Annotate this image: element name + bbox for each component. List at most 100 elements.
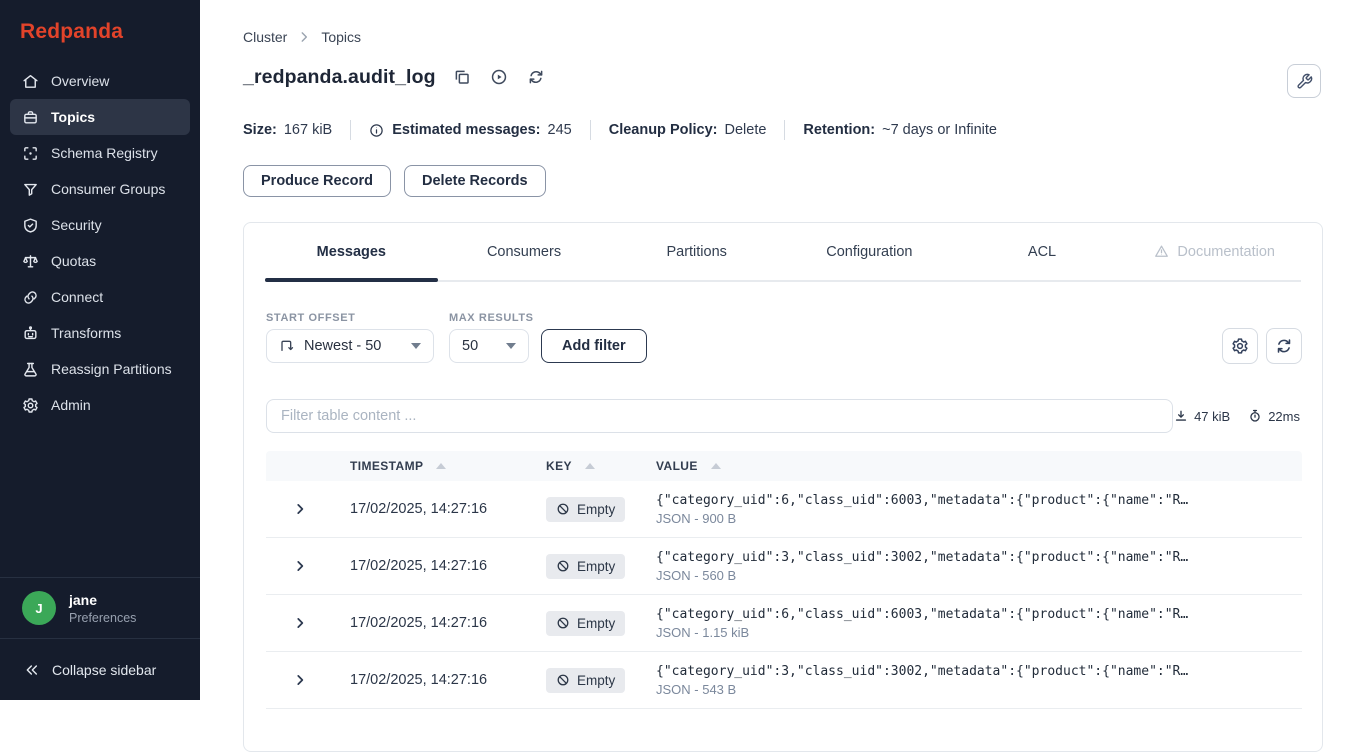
start-offset-select[interactable]: Newest - 50 xyxy=(266,329,434,363)
collapse-sidebar-button[interactable]: Collapse sidebar xyxy=(0,639,200,700)
fetch-stats: 47 kiB 22ms xyxy=(1174,399,1300,433)
sidebar-item-admin[interactable]: Admin xyxy=(10,387,190,423)
sidebar-item-label: Quotas xyxy=(51,253,96,269)
sidebar-item-consumer-groups[interactable]: Consumer Groups xyxy=(10,171,190,207)
empty-icon xyxy=(556,502,570,516)
table-row[interactable]: 17/02/2025, 14:27:16 Empty {"category_ui… xyxy=(266,652,1302,709)
delete-records-button[interactable]: Delete Records xyxy=(404,165,546,197)
stat-cleanup-policy: Cleanup Policy: Delete xyxy=(609,122,767,138)
info-icon xyxy=(369,123,384,138)
topic-stats: Size: 167 kiB Estimated messages: 245 Cl… xyxy=(243,120,997,140)
chevron-down-icon xyxy=(506,343,516,349)
sidebar-item-reassign-partitions[interactable]: Reassign Partitions xyxy=(10,351,190,387)
play-topic-button[interactable] xyxy=(490,68,510,88)
user-name: jane xyxy=(69,592,136,608)
timestamp-cell: 17/02/2025, 14:27:16 xyxy=(350,615,546,631)
link-icon xyxy=(22,289,39,306)
main-content: Cluster Topics _redpanda.audit_log Size:… xyxy=(200,0,1366,700)
timestamp-cell: 17/02/2025, 14:27:16 xyxy=(350,501,546,517)
double-chevron-left-icon xyxy=(24,662,40,678)
stat-size: Size: 167 kiB xyxy=(243,122,332,138)
sidebar-item-quotas[interactable]: Quotas xyxy=(10,243,190,279)
key-empty-badge: Empty xyxy=(546,554,625,579)
shield-check-icon xyxy=(22,217,39,234)
produce-record-button[interactable]: Produce Record xyxy=(243,165,391,197)
sidebar-item-transforms[interactable]: Transforms xyxy=(10,315,190,351)
expand-row-button[interactable] xyxy=(266,616,350,630)
sidebar-item-connect[interactable]: Connect xyxy=(10,279,190,315)
breadcrumb-cluster[interactable]: Cluster xyxy=(243,29,287,45)
download-icon xyxy=(1174,409,1188,423)
empty-icon xyxy=(556,673,570,687)
avatar: J xyxy=(22,591,56,625)
sidebar-item-topics[interactable]: Topics xyxy=(10,99,190,135)
sidebar: Redpanda Overview Topics Schema Registry… xyxy=(0,0,200,700)
sort-icon xyxy=(585,463,595,469)
sidebar-item-label: Admin xyxy=(51,397,91,413)
chevron-right-icon xyxy=(297,30,311,44)
filter-table-input[interactable] xyxy=(266,399,1173,433)
sort-icon xyxy=(436,463,446,469)
timestamp-cell: 17/02/2025, 14:27:16 xyxy=(350,558,546,574)
sidebar-item-security[interactable]: Security xyxy=(10,207,190,243)
sidebar-item-label: Schema Registry xyxy=(51,145,158,161)
sidebar-item-label: Reassign Partitions xyxy=(51,361,172,377)
scales-icon xyxy=(22,253,39,270)
user-menu[interactable]: J jane Preferences xyxy=(0,577,200,639)
value-cell: {"category_uid":6,"class_uid":6003,"meta… xyxy=(656,607,1302,640)
tab-messages[interactable]: Messages xyxy=(265,223,438,280)
table-row[interactable]: 17/02/2025, 14:27:16 Empty {"category_ui… xyxy=(266,481,1302,538)
expand-row-button[interactable] xyxy=(266,673,350,687)
home-icon xyxy=(22,73,39,90)
max-results-select[interactable]: 50 xyxy=(449,329,529,363)
tab-documentation[interactable]: Documentation xyxy=(1128,223,1301,280)
refresh-topic-button[interactable] xyxy=(527,68,547,88)
table-row[interactable]: 17/02/2025, 14:27:16 Empty {"category_ui… xyxy=(266,595,1302,652)
topic-settings-button[interactable] xyxy=(1287,64,1321,98)
refresh-messages-button[interactable] xyxy=(1266,328,1302,364)
expand-row-button[interactable] xyxy=(266,502,350,516)
tab-acl[interactable]: ACL xyxy=(956,223,1129,280)
sidebar-item-label: Overview xyxy=(51,73,109,89)
message-settings-button[interactable] xyxy=(1222,328,1258,364)
tab-partitions[interactable]: Partitions xyxy=(610,223,783,280)
expand-row-button[interactable] xyxy=(266,559,350,573)
add-filter-button[interactable]: Add filter xyxy=(541,329,647,363)
sidebar-item-label: Topics xyxy=(51,109,95,125)
value-cell: {"category_uid":3,"class_uid":3002,"meta… xyxy=(656,664,1302,697)
tab-consumers[interactable]: Consumers xyxy=(438,223,611,280)
breadcrumb-topics[interactable]: Topics xyxy=(321,29,361,45)
tab-bar: Messages Consumers Partitions Configurat… xyxy=(265,223,1301,282)
flask-icon xyxy=(22,361,39,378)
robot-icon xyxy=(22,325,39,342)
key-empty-badge: Empty xyxy=(546,668,625,693)
sidebar-item-label: Transforms xyxy=(51,325,121,341)
collapse-sidebar-label: Collapse sidebar xyxy=(52,662,156,678)
sidebar-item-label: Connect xyxy=(51,289,103,305)
page-title: _redpanda.audit_log xyxy=(243,66,436,89)
sidebar-nav: Overview Topics Schema Registry Consumer… xyxy=(10,63,190,423)
copy-topic-name-button[interactable] xyxy=(453,68,473,88)
topic-card: Messages Consumers Partitions Configurat… xyxy=(243,222,1323,752)
user-preferences-link[interactable]: Preferences xyxy=(69,611,136,625)
title-row: _redpanda.audit_log xyxy=(243,66,547,89)
empty-icon xyxy=(556,559,570,573)
messages-table: TIMESTAMP KEY VALUE 17/02/2025, 14:27:16 xyxy=(266,451,1302,709)
breadcrumb: Cluster Topics xyxy=(243,29,361,45)
topic-actions: Produce Record Delete Records xyxy=(243,165,546,197)
sidebar-item-schema-registry[interactable]: Schema Registry xyxy=(10,135,190,171)
tab-configuration[interactable]: Configuration xyxy=(783,223,956,280)
stat-retention: Retention: ~7 days or Infinite xyxy=(803,122,997,138)
redpanda-logo: Redpanda xyxy=(20,20,123,44)
sidebar-footer: J jane Preferences Collapse sidebar xyxy=(0,577,200,700)
topics-icon xyxy=(22,109,39,126)
column-key[interactable]: KEY xyxy=(546,459,656,473)
table-row[interactable]: 17/02/2025, 14:27:16 Empty {"category_ui… xyxy=(266,538,1302,595)
max-results-label: MAX RESULTS xyxy=(449,312,534,324)
column-timestamp[interactable]: TIMESTAMP xyxy=(350,459,546,473)
download-size: 47 kiB xyxy=(1194,409,1230,424)
column-value[interactable]: VALUE xyxy=(656,459,1302,473)
key-empty-badge: Empty xyxy=(546,497,625,522)
sidebar-item-overview[interactable]: Overview xyxy=(10,63,190,99)
stopwatch-icon xyxy=(1248,409,1262,423)
